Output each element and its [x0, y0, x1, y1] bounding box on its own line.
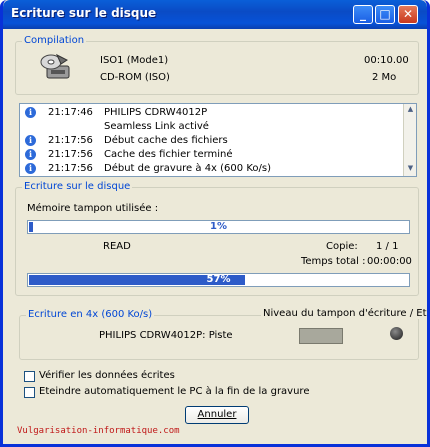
compilation-group: Compilation: [15, 35, 419, 95]
log-time: 21:17:56: [48, 135, 93, 146]
copy-label: Copie:: [326, 241, 358, 252]
compilation-size: 2 Mo: [372, 72, 397, 83]
log-message: PHILIPS CDRW4012P: [104, 107, 208, 118]
log-message: Seamless Link activé: [104, 121, 209, 132]
buffer-percent: 1%: [210, 221, 227, 232]
compilation-type: CD-ROM (ISO): [100, 72, 170, 83]
buffer-progress-bar: 1%: [27, 220, 410, 234]
compilation-legend: Compilation: [22, 35, 87, 46]
window-title: Ecriture sur le disque: [11, 6, 157, 20]
cancel-button[interactable]: Annuler: [185, 406, 249, 424]
log-time: 21:17:56: [48, 149, 93, 160]
buffer-label: Mémoire tampon utilisée :: [27, 203, 159, 214]
info-icon: i: [25, 135, 36, 146]
burn-progress-percent: 57%: [206, 274, 231, 285]
burn-progress-bar: 57%: [27, 273, 410, 287]
scroll-up-icon[interactable]: ▲: [405, 105, 416, 116]
auto-shutdown-checkbox[interactable]: [24, 387, 35, 398]
minimize-button[interactable]: _: [353, 5, 373, 24]
info-icon: i: [25, 163, 36, 174]
buffer-state-label: Niveau du tampon d'écriture / Etat: [261, 308, 427, 319]
write-buffer-level: [299, 328, 343, 344]
info-icon: i: [25, 107, 36, 118]
log-message: Début de gravure à 4x (600 Ko/s): [104, 163, 271, 174]
scroll-down-icon[interactable]: ▼: [405, 164, 416, 175]
disc-burn-icon: [40, 53, 70, 79]
speed-legend: Ecriture en 4x (600 Ko/s): [26, 309, 155, 320]
copy-value: 1 / 1: [376, 241, 399, 252]
compilation-duration: 00:10.00: [364, 55, 409, 66]
compilation-name: ISO1 (Mode1): [100, 55, 169, 66]
verify-data-checkbox[interactable]: [24, 371, 35, 382]
drive-status: READ: [103, 241, 131, 252]
cancel-button-label: Annuler: [197, 409, 237, 420]
total-time-label: Temps total :: [301, 256, 366, 267]
title-bar[interactable]: Ecriture sur le disque _ □ ✕: [3, 0, 427, 29]
writing-legend: Ecriture sur le disque: [22, 181, 133, 192]
event-log[interactable]: i 21:17:46 PHILIPS CDRW4012P Seamless Li…: [19, 103, 417, 177]
state-indicator-icon: [390, 327, 403, 340]
log-message: Début cache des fichiers: [104, 135, 228, 146]
log-scrollbar[interactable]: ▲ ▼: [403, 104, 416, 176]
total-time-value: 00:00:00: [367, 256, 412, 267]
drive-track-label: PHILIPS CDRW4012P: Piste: [99, 330, 233, 341]
watermark-text: Vulgarisation-informatique.com: [17, 426, 180, 436]
close-button[interactable]: ✕: [398, 5, 418, 24]
auto-shutdown-label[interactable]: Eteindre automatiquement le PC à la fin …: [39, 386, 309, 397]
burn-dialog-window: Ecriture sur le disque _ □ ✕ Compilation…: [0, 0, 430, 447]
log-time: 21:17:46: [48, 107, 93, 118]
maximize-button[interactable]: □: [375, 5, 395, 24]
info-icon: i: [25, 149, 36, 160]
log-time: 21:17:56: [48, 163, 93, 174]
verify-data-label[interactable]: Vérifier les données écrites: [39, 370, 175, 381]
log-message: Cache des fichier terminé: [104, 149, 233, 160]
